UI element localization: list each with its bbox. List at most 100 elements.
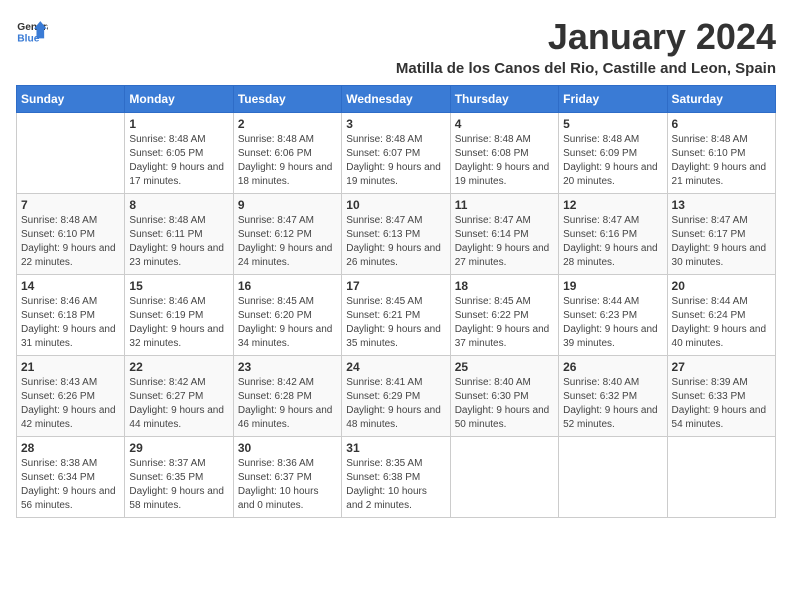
day-detail: Sunrise: 8:45 AM Sunset: 6:20 PM Dayligh…: [238, 295, 337, 351]
day-number: 25: [455, 360, 554, 374]
day-detail: Sunrise: 8:48 AM Sunset: 6:08 PM Dayligh…: [455, 133, 554, 189]
day-number: 5: [563, 117, 662, 131]
day-number: 30: [238, 441, 337, 455]
day-cell: 12Sunrise: 8:47 AM Sunset: 6:16 PM Dayli…: [559, 194, 667, 275]
day-detail: Sunrise: 8:47 AM Sunset: 6:13 PM Dayligh…: [346, 214, 445, 270]
day-detail: Sunrise: 8:40 AM Sunset: 6:30 PM Dayligh…: [455, 376, 554, 432]
week-row-1: 7 Sunrise: 8:48 AM Sunset: 6:10 PM Daylig…: [17, 194, 776, 275]
day-detail: Sunrise: 8:47 AM Sunset: 6:17 PM Dayligh…: [672, 214, 771, 270]
day-cell: 6Sunrise: 8:48 AM Sunset: 6:10 PM Daylig…: [667, 113, 775, 194]
day-number: 20: [672, 279, 771, 293]
day-detail: Sunrise: 8:42 AM Sunset: 6:28 PM Dayligh…: [238, 376, 337, 432]
header-cell-tuesday: Tuesday: [233, 86, 341, 113]
day-detail: Sunrise: 8:48 AM Sunset: 6:10 PM Dayligh…: [21, 214, 120, 270]
day-number: 18: [455, 279, 554, 293]
header-cell-saturday: Saturday: [667, 86, 775, 113]
day-number: 13: [672, 198, 771, 212]
day-number: 27: [672, 360, 771, 374]
calendar-body: 1 Sunrise: 8:48 AM Sunset: 6:05 PM Daylig…: [17, 113, 776, 518]
day-cell: 30 Sunrise: 8:36 AM Sunset: 6:37 PM Dayli…: [233, 437, 341, 518]
day-number: 14: [21, 279, 120, 293]
logo: General Blue: [16, 16, 52, 48]
day-detail: Sunrise: 8:48 AM Sunset: 6:10 PM Dayligh…: [672, 133, 771, 189]
header-row: SundayMondayTuesdayWednesdayThursdayFrid…: [17, 86, 776, 113]
day-cell: 11Sunrise: 8:47 AM Sunset: 6:14 PM Dayli…: [450, 194, 558, 275]
day-detail: Sunrise: 8:40 AM Sunset: 6:32 PM Dayligh…: [563, 376, 662, 432]
day-number: 10: [346, 198, 445, 212]
day-detail: Sunrise: 8:44 AM Sunset: 6:24 PM Dayligh…: [672, 295, 771, 351]
svg-text:Blue: Blue: [17, 34, 39, 45]
week-row-4: 28 Sunrise: 8:38 AM Sunset: 6:34 PM Dayli…: [17, 437, 776, 518]
day-number: 16: [238, 279, 337, 293]
day-cell: 21 Sunrise: 8:43 AM Sunset: 6:26 PM Dayli…: [17, 356, 125, 437]
subtitle: Matilla de los Canos del Rio, Castille a…: [396, 60, 776, 77]
day-detail: Sunrise: 8:48 AM Sunset: 6:07 PM Dayligh…: [346, 133, 445, 189]
day-cell: [559, 437, 667, 518]
day-number: 3: [346, 117, 445, 131]
day-detail: Sunrise: 8:45 AM Sunset: 6:21 PM Dayligh…: [346, 295, 445, 351]
day-detail: Sunrise: 8:47 AM Sunset: 6:12 PM Dayligh…: [238, 214, 337, 270]
day-cell: 24 Sunrise: 8:41 AM Sunset: 6:29 PM Dayli…: [342, 356, 450, 437]
day-cell: 14 Sunrise: 8:46 AM Sunset: 6:18 PM Dayli…: [17, 275, 125, 356]
day-cell: 23 Sunrise: 8:42 AM Sunset: 6:28 PM Dayli…: [233, 356, 341, 437]
day-cell: 27 Sunrise: 8:39 AM Sunset: 6:33 PM Dayli…: [667, 356, 775, 437]
day-cell: 26 Sunrise: 8:40 AM Sunset: 6:32 PM Dayli…: [559, 356, 667, 437]
day-detail: Sunrise: 8:48 AM Sunset: 6:05 PM Dayligh…: [129, 133, 228, 189]
day-number: 19: [563, 279, 662, 293]
day-cell: 17 Sunrise: 8:45 AM Sunset: 6:21 PM Dayli…: [342, 275, 450, 356]
day-detail: Sunrise: 8:44 AM Sunset: 6:23 PM Dayligh…: [563, 295, 662, 351]
day-detail: Sunrise: 8:46 AM Sunset: 6:18 PM Dayligh…: [21, 295, 120, 351]
day-number: 22: [129, 360, 228, 374]
day-cell: 28 Sunrise: 8:38 AM Sunset: 6:34 PM Dayli…: [17, 437, 125, 518]
calendar-table: SundayMondayTuesdayWednesdayThursdayFrid…: [16, 85, 776, 518]
day-detail: Sunrise: 8:41 AM Sunset: 6:29 PM Dayligh…: [346, 376, 445, 432]
day-detail: Sunrise: 8:36 AM Sunset: 6:37 PM Dayligh…: [238, 457, 337, 513]
day-cell: 19 Sunrise: 8:44 AM Sunset: 6:23 PM Dayli…: [559, 275, 667, 356]
page-header: General Blue January 2024 Matilla de los…: [16, 16, 776, 77]
day-detail: Sunrise: 8:42 AM Sunset: 6:27 PM Dayligh…: [129, 376, 228, 432]
day-detail: Sunrise: 8:47 AM Sunset: 6:16 PM Dayligh…: [563, 214, 662, 270]
day-number: 7: [21, 198, 120, 212]
day-cell: 7 Sunrise: 8:48 AM Sunset: 6:10 PM Daylig…: [17, 194, 125, 275]
day-cell: 1 Sunrise: 8:48 AM Sunset: 6:05 PM Daylig…: [125, 113, 233, 194]
day-cell: 4Sunrise: 8:48 AM Sunset: 6:08 PM Daylig…: [450, 113, 558, 194]
day-detail: Sunrise: 8:47 AM Sunset: 6:14 PM Dayligh…: [455, 214, 554, 270]
day-number: 21: [21, 360, 120, 374]
day-number: 23: [238, 360, 337, 374]
day-number: 31: [346, 441, 445, 455]
day-cell: 18 Sunrise: 8:45 AM Sunset: 6:22 PM Dayli…: [450, 275, 558, 356]
day-detail: Sunrise: 8:45 AM Sunset: 6:22 PM Dayligh…: [455, 295, 554, 351]
day-detail: Sunrise: 8:38 AM Sunset: 6:34 PM Dayligh…: [21, 457, 120, 513]
day-cell: 13 Sunrise: 8:47 AM Sunset: 6:17 PM Dayli…: [667, 194, 775, 275]
day-detail: Sunrise: 8:48 AM Sunset: 6:09 PM Dayligh…: [563, 133, 662, 189]
week-row-3: 21 Sunrise: 8:43 AM Sunset: 6:26 PM Dayli…: [17, 356, 776, 437]
day-cell: [450, 437, 558, 518]
header-cell-wednesday: Wednesday: [342, 86, 450, 113]
day-cell: 5 Sunrise: 8:48 AM Sunset: 6:09 PM Daylig…: [559, 113, 667, 194]
day-number: 9: [238, 198, 337, 212]
day-cell: 20 Sunrise: 8:44 AM Sunset: 6:24 PM Dayli…: [667, 275, 775, 356]
day-detail: Sunrise: 8:35 AM Sunset: 6:38 PM Dayligh…: [346, 457, 445, 513]
day-detail: Sunrise: 8:48 AM Sunset: 6:11 PM Dayligh…: [129, 214, 228, 270]
day-number: 17: [346, 279, 445, 293]
day-cell: 25 Sunrise: 8:40 AM Sunset: 6:30 PM Dayli…: [450, 356, 558, 437]
day-number: 1: [129, 117, 228, 131]
day-cell: [667, 437, 775, 518]
week-row-2: 14 Sunrise: 8:46 AM Sunset: 6:18 PM Dayli…: [17, 275, 776, 356]
day-detail: Sunrise: 8:46 AM Sunset: 6:19 PM Dayligh…: [129, 295, 228, 351]
day-detail: Sunrise: 8:43 AM Sunset: 6:26 PM Dayligh…: [21, 376, 120, 432]
day-number: 2: [238, 117, 337, 131]
day-number: 8: [129, 198, 228, 212]
day-number: 26: [563, 360, 662, 374]
day-cell: 3 Sunrise: 8:48 AM Sunset: 6:07 PM Daylig…: [342, 113, 450, 194]
day-number: 29: [129, 441, 228, 455]
day-cell: 2Sunrise: 8:48 AM Sunset: 6:06 PM Daylig…: [233, 113, 341, 194]
day-cell: 9 Sunrise: 8:47 AM Sunset: 6:12 PM Daylig…: [233, 194, 341, 275]
day-number: 15: [129, 279, 228, 293]
day-cell: 16 Sunrise: 8:45 AM Sunset: 6:20 PM Dayli…: [233, 275, 341, 356]
main-title: January 2024: [396, 16, 776, 58]
day-number: 24: [346, 360, 445, 374]
header-cell-monday: Monday: [125, 86, 233, 113]
day-detail: Sunrise: 8:39 AM Sunset: 6:33 PM Dayligh…: [672, 376, 771, 432]
day-number: 28: [21, 441, 120, 455]
